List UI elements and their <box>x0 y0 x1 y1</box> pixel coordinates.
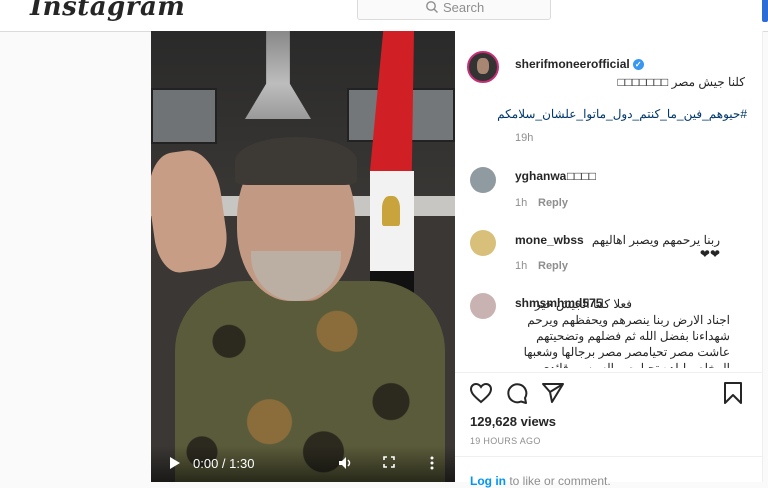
save-bookmark-icon[interactable] <box>723 382 743 404</box>
video-person-hair <box>235 137 357 185</box>
search-icon <box>426 1 438 13</box>
verified-badge-icon: ✓ <box>632 59 644 71</box>
share-paper-plane-icon[interactable] <box>541 382 565 404</box>
flag-eagle <box>382 196 400 226</box>
view-count: 129,628 views <box>470 414 557 429</box>
login-prompt: Log in to like or comment. <box>470 474 611 488</box>
video-player[interactable]: 0:00 / 1:30 <box>151 31 455 482</box>
comment-time: 1h <box>515 197 528 209</box>
volume-icon[interactable] <box>338 456 354 470</box>
reply-button[interactable]: Reply <box>538 197 568 209</box>
reply-button[interactable]: Reply <box>538 260 568 272</box>
fullscreen-icon[interactable] <box>383 456 395 468</box>
play-icon[interactable] <box>169 456 181 470</box>
comment-text: □□□□ <box>567 169 596 183</box>
comment-text: ربنا يرحمهم ويصبر اهاليهم ❤❤ <box>591 233 720 261</box>
post-hashtag[interactable]: #حيوهم_فين_ما_كنتم_دول_ماتوا_علشان_سلامك… <box>497 107 747 121</box>
search-placeholder: Search <box>443 0 485 15</box>
more-options-icon[interactable] <box>429 455 435 471</box>
login-link[interactable]: Log in <box>470 474 506 488</box>
author-avatar[interactable] <box>467 51 499 83</box>
scrollbar[interactable] <box>762 0 768 22</box>
post-caption: كلنا جيش مصر □□□□□□□ <box>617 75 746 89</box>
divider <box>455 372 762 373</box>
video-time: 0:00 / 1:30 <box>193 456 255 471</box>
like-heart-icon[interactable] <box>469 382 493 404</box>
comment-avatar[interactable] <box>470 230 496 256</box>
comment-avatar[interactable] <box>470 167 496 193</box>
comment-text: فعلا كلنا الجيش خير اجناد الارض ربنا ينص… <box>523 297 730 368</box>
comment-bubble-icon[interactable] <box>505 382 529 404</box>
post-side-panel: sherifmoneerofficial ✓ كلنا جيش مصر □□□□□… <box>455 31 763 488</box>
search-input[interactable]: Search <box>357 0 551 20</box>
video-controls: 0:00 / 1:30 <box>151 446 455 482</box>
post-date: 19 HOURS AGO <box>470 436 541 446</box>
top-navigation-bar: Instagram Search <box>0 0 768 32</box>
video-cabinet-left <box>151 88 217 144</box>
instagram-logo[interactable]: Instagram <box>30 0 185 22</box>
comment-avatar[interactable] <box>470 293 496 319</box>
post-author[interactable]: sherifmoneerofficial ✓ <box>515 57 644 71</box>
comment-username[interactable]: yghanwa <box>515 169 566 183</box>
divider <box>455 456 762 457</box>
post-time: 19h <box>515 132 534 144</box>
comment-username[interactable]: mone_wbss <box>515 233 584 247</box>
comment-time: 1h <box>515 260 528 272</box>
